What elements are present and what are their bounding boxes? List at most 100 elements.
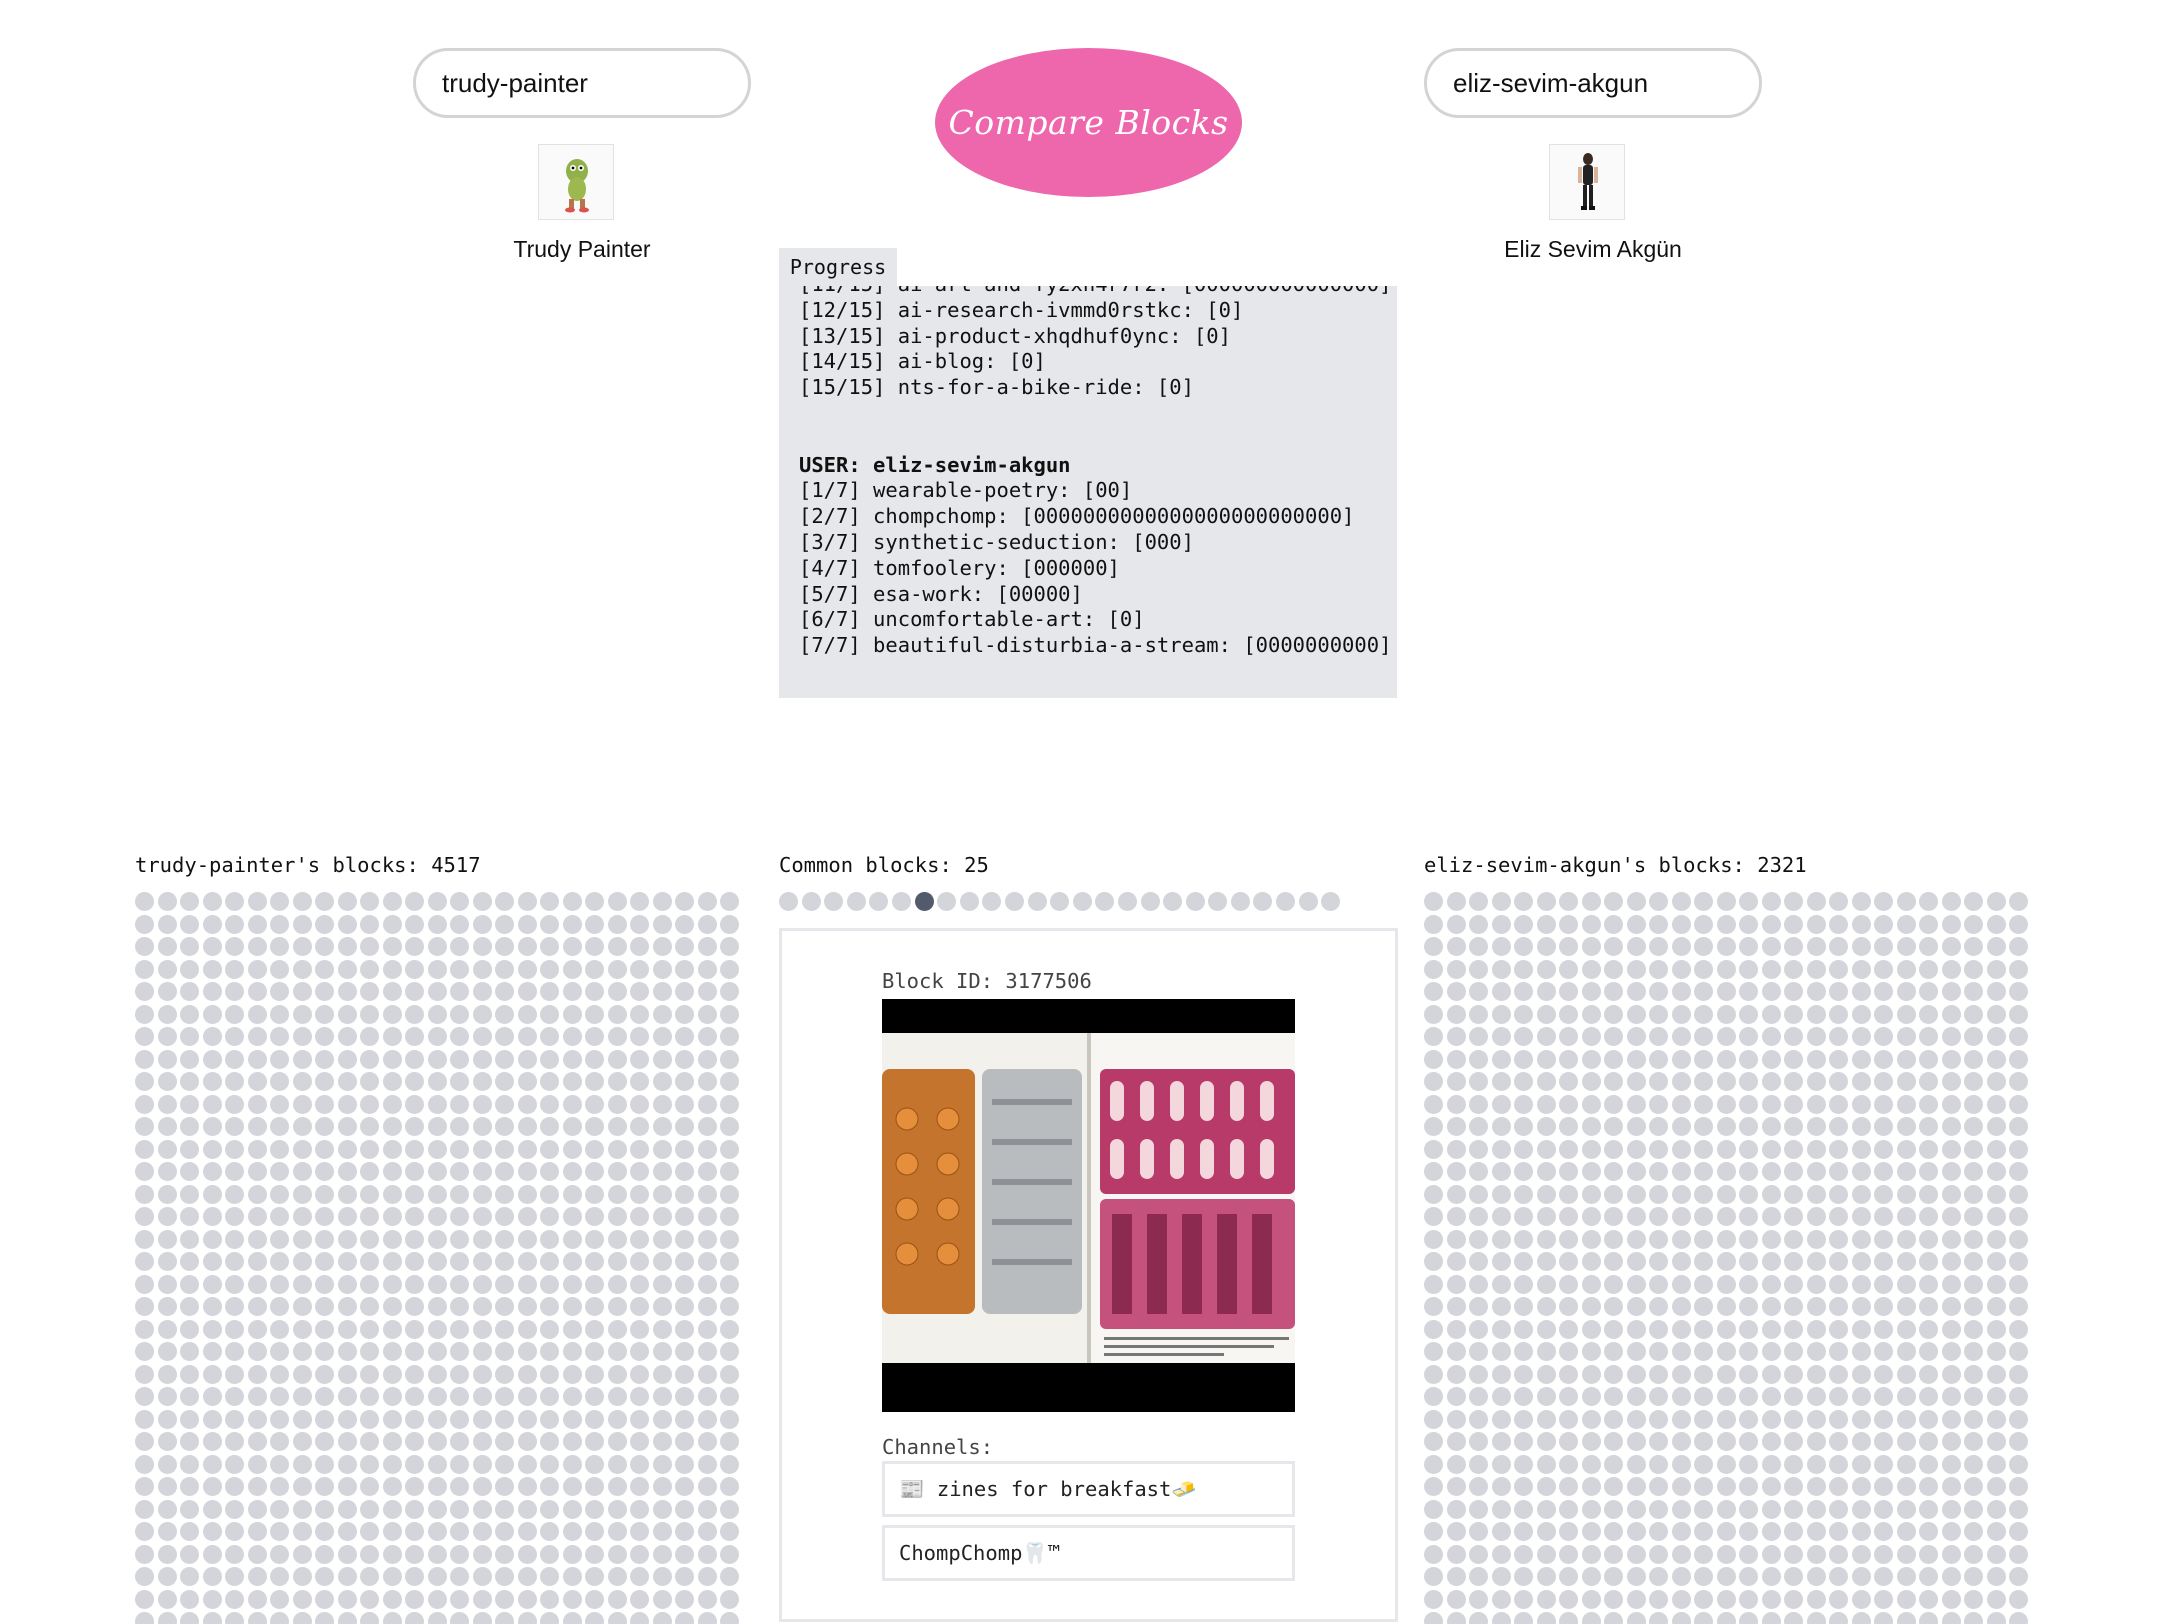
block-dot[interactable] [1559,1252,1578,1271]
block-dot[interactable] [1446,1094,1466,1114]
block-dot[interactable] [607,892,627,911]
block-dot[interactable] [1424,1544,1443,1564]
block-dot[interactable] [1536,1589,1556,1609]
block-dot[interactable] [1874,1162,1893,1181]
block-dot[interactable] [585,1387,604,1406]
block-dot[interactable] [585,1454,604,1474]
block-dot[interactable] [270,1522,289,1541]
block-dot[interactable] [652,1342,672,1361]
block-dot[interactable] [1469,1004,1488,1024]
block-dot[interactable] [135,937,154,956]
block-dot[interactable] [1469,1544,1488,1564]
block-dot[interactable] [675,1297,694,1316]
block-dot[interactable] [1806,1049,1826,1069]
block-dot[interactable] [720,892,739,911]
block-dot[interactable] [517,1567,537,1586]
block-dot[interactable] [405,892,424,911]
block-dot[interactable] [2009,937,2028,956]
block-dot[interactable] [585,1409,604,1429]
block-dot[interactable] [1851,1499,1871,1519]
block-dot[interactable] [2009,1342,2028,1361]
block-dot[interactable] [1761,1072,1781,1091]
block-dot[interactable] [2009,1612,2028,1624]
block-dot[interactable] [337,1072,357,1091]
block-dot[interactable] [1919,1072,1938,1091]
block-dot[interactable] [1716,1004,1736,1024]
block-dot[interactable] [382,1274,402,1294]
block-dot[interactable] [382,1387,402,1406]
block-dot[interactable] [472,1319,492,1339]
block-dot[interactable] [472,1454,492,1474]
block-dot[interactable] [1896,1027,1916,1046]
block-dot[interactable] [1626,892,1646,911]
block-dot[interactable] [1964,1567,1983,1586]
block-dot[interactable] [517,1004,537,1024]
block-dot[interactable] [1806,1207,1826,1226]
block-dot[interactable] [450,1117,469,1136]
block-dot[interactable] [1874,892,1893,911]
common-block-dot[interactable] [1321,892,1341,911]
block-dot[interactable] [495,1589,514,1609]
block-dot[interactable] [1784,1207,1803,1226]
block-dot[interactable] [180,1477,199,1496]
block-dot[interactable] [1919,1319,1938,1339]
block-dot[interactable] [1469,1409,1488,1429]
block-dot[interactable] [1941,1027,1961,1046]
block-dot[interactable] [1694,1342,1713,1361]
block-dot[interactable] [315,1004,334,1024]
block-dot[interactable] [1671,937,1691,956]
block-dot[interactable] [180,1274,199,1294]
block-dot[interactable] [607,1612,627,1624]
block-dot[interactable] [1604,1072,1623,1091]
block-dot[interactable] [1784,1162,1803,1181]
block-dot[interactable] [292,1252,312,1271]
block-dot[interactable] [1491,982,1511,1001]
block-dot[interactable] [315,1049,334,1069]
block-dot[interactable] [1671,1252,1691,1271]
block-dot[interactable] [1784,1612,1803,1624]
block-dot[interactable] [1581,959,1601,979]
block-dot[interactable] [135,1522,154,1541]
block-dot[interactable] [1559,1274,1578,1294]
block-dot[interactable] [1446,1567,1466,1586]
block-dot[interactable] [720,1409,739,1429]
block-dot[interactable] [1874,1567,1893,1586]
block-dot[interactable] [562,1612,582,1624]
block-dot[interactable] [1919,982,1938,1001]
block-dot[interactable] [1469,914,1488,934]
block-dot[interactable] [1536,914,1556,934]
block-dot[interactable] [562,1387,582,1406]
block-dot[interactable] [427,1049,447,1069]
block-dot[interactable] [1874,937,1893,956]
block-dot[interactable] [202,1612,222,1624]
block-dot[interactable] [2009,1072,2028,1091]
block-dot[interactable] [450,1297,469,1316]
block-dot[interactable] [1469,1207,1488,1226]
block-dot[interactable] [652,1207,672,1226]
block-dot[interactable] [607,937,627,956]
block-dot[interactable] [360,1072,379,1091]
block-dot[interactable] [1649,892,1668,911]
block-dot[interactable] [405,1207,424,1226]
block-dot[interactable] [157,1274,177,1294]
block-dot[interactable] [1986,1589,2006,1609]
block-dot[interactable] [2009,1139,2028,1159]
block-dot[interactable] [1536,1364,1556,1384]
block-dot[interactable] [247,1342,267,1361]
block-dot[interactable] [1716,1364,1736,1384]
block-dot[interactable] [562,1252,582,1271]
block-dot[interactable] [1874,1117,1893,1136]
block-dot[interactable] [1671,1297,1691,1316]
block-dot[interactable] [2009,959,2028,979]
block-dot[interactable] [1491,1117,1511,1136]
block-dot[interactable] [292,1589,312,1609]
block-dot[interactable] [675,959,694,979]
block-dot[interactable] [1851,1229,1871,1249]
block-dot[interactable] [1806,1229,1826,1249]
block-dot[interactable] [450,959,469,979]
block-dot[interactable] [1851,1049,1871,1069]
block-dot[interactable] [1716,1117,1736,1136]
block-dot[interactable] [1626,959,1646,979]
block-dot[interactable] [180,1342,199,1361]
block-dot[interactable] [1514,914,1533,934]
